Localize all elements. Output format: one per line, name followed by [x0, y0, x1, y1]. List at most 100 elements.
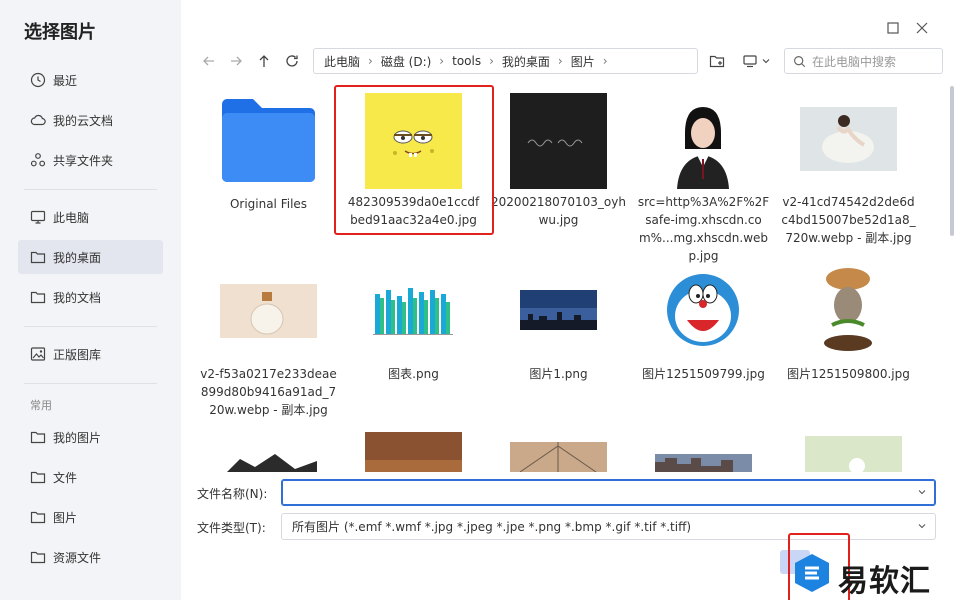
file-item-folder[interactable]: Original Files: [196, 82, 341, 247]
dancer-photo-thumbnail: [800, 107, 897, 171]
search-placeholder: 在此电脑中搜索: [812, 54, 897, 69]
forward-button[interactable]: [226, 51, 246, 71]
image-library-icon: [30, 347, 46, 361]
file-item[interactable]: v2-f53a0217e233deae899d80b9416a91ad_720w…: [196, 257, 341, 422]
sidebar-item-documents[interactable]: 我的文档: [18, 280, 163, 314]
clock-icon: [30, 72, 46, 88]
view-mode-button[interactable]: [742, 51, 771, 71]
close-icon[interactable]: [914, 20, 930, 36]
sidebar-item-pictures[interactable]: 图片: [18, 500, 163, 534]
search-icon: [794, 55, 806, 67]
refresh-button[interactable]: [282, 51, 302, 71]
sidebar-item-label: 最近: [53, 73, 78, 88]
breadcrumb-item[interactable]: 我的桌面: [502, 53, 550, 70]
image-thumbnail[interactable]: [510, 442, 607, 472]
file-grid: Original Files 482309539da0e1ccdfbed91aa…: [196, 82, 948, 472]
file-item[interactable]: 图表.png: [341, 257, 486, 422]
watermark-logo: [792, 552, 832, 594]
sidebar-divider: [24, 326, 157, 327]
share-icon: [30, 153, 46, 167]
folder-icon: [30, 431, 46, 444]
chevron-right-icon: ›: [557, 54, 563, 68]
doraemon-thumbnail: [667, 274, 739, 346]
filetype-label: 文件类型(T):: [197, 521, 266, 535]
breadcrumb-item[interactable]: tools: [452, 54, 481, 68]
sidebar: 选择图片 最近 我的云文档 共享文件夹 此电脑 我的桌面 我的文档 正版图库 常…: [0, 0, 181, 600]
new-folder-icon: [709, 55, 725, 68]
file-item[interactable]: 20200218070103_oyhwu.jpg: [486, 82, 631, 247]
sidebar-item-label: 资源文件: [53, 550, 102, 565]
sidebar-item-recent[interactable]: 最近: [18, 63, 163, 97]
sidebar-section-common: 常用: [30, 399, 52, 412]
scrollbar[interactable]: [950, 86, 954, 236]
maximize-icon[interactable]: [885, 20, 901, 36]
file-name: src=http%3A%2F%2Fsafe-img.xhscdn.com%...…: [637, 195, 770, 263]
sidebar-item-label: 图片: [53, 510, 78, 525]
sidebar-item-this-pc[interactable]: 此电脑: [18, 200, 163, 234]
folder-icon: [30, 471, 46, 484]
search-input[interactable]: 在此电脑中搜索: [784, 48, 943, 74]
perfume-bottle-thumbnail: [220, 284, 317, 338]
file-name: v2-f53a0217e233deae899d80b9416a91ad_720w…: [200, 367, 337, 417]
folder-icon: [30, 551, 46, 564]
breadcrumb-item[interactable]: 此电脑: [324, 53, 360, 70]
dark-calligraphy-thumbnail: [510, 93, 607, 189]
file-name: Original Files: [229, 197, 308, 211]
file-name: 20200218070103_oyhwu.jpg: [491, 195, 626, 227]
breadcrumb[interactable]: 此电脑 › 磁盘 (D:) › tools › 我的桌面 › 图片 ›: [313, 48, 698, 74]
burger-cat-thumbnail: [810, 265, 887, 357]
sidebar-item-label: 此电脑: [53, 210, 90, 225]
file-item[interactable]: 图片1251509799.jpg: [631, 257, 776, 422]
sidebar-item-label: 文件: [53, 470, 78, 485]
filetype-value: 所有图片 (*.emf *.wmf *.jpg *.jpeg *.jpe *.p…: [292, 520, 692, 534]
sidebar-item-label: 我的图片: [53, 430, 102, 445]
up-button[interactable]: [254, 51, 274, 71]
file-name: 图片1.png: [529, 367, 588, 381]
file-item[interactable]: 图片1251509800.jpg: [776, 257, 921, 422]
file-name: 图片1251509799.jpg: [642, 367, 765, 381]
sidebar-item-cloud-docs[interactable]: 我的云文档: [18, 103, 163, 137]
file-name: 图表.png: [388, 367, 439, 381]
file-name: v2-41cd74542d2de6dc4bd15007be52d1a8_720w…: [781, 195, 916, 245]
chevron-right-icon: ›: [602, 54, 608, 68]
breadcrumb-item[interactable]: 图片: [571, 53, 595, 70]
highlight-box: [334, 85, 494, 235]
folder-icon: [30, 291, 46, 304]
sidebar-item-label: 正版图库: [53, 347, 102, 362]
sidebar-item-label: 共享文件夹: [53, 153, 114, 168]
image-thumbnail[interactable]: [365, 432, 462, 472]
back-button[interactable]: [199, 51, 219, 71]
file-item[interactable]: v2-41cd74542d2de6dc4bd15007be52d1a8_720w…: [776, 82, 921, 247]
file-name: 图片1251509800.jpg: [787, 367, 910, 381]
view-mode-icon: [743, 55, 757, 68]
file-item[interactable]: 图片1.png: [486, 257, 631, 422]
filename-input[interactable]: [281, 479, 936, 506]
sidebar-item-resources[interactable]: 资源文件: [18, 540, 163, 574]
sidebar-item-shared-folder[interactable]: 共享文件夹: [18, 143, 163, 177]
arrow-right-icon: [231, 56, 242, 66]
folder-icon: [222, 99, 315, 182]
folder-icon: [30, 251, 46, 264]
image-thumbnail[interactable]: [805, 436, 902, 472]
dialog-title: 选择图片: [24, 22, 96, 43]
chevron-down-icon[interactable]: [917, 487, 927, 497]
sidebar-item-desktop[interactable]: 我的桌面: [18, 240, 163, 274]
city-night-thumbnail: [520, 290, 597, 330]
image-thumbnail[interactable]: [655, 454, 752, 472]
new-folder-button[interactable]: [709, 51, 725, 71]
watermark-text: 易软汇: [838, 564, 931, 599]
monitor-icon: [30, 210, 46, 224]
sidebar-item-label: 我的云文档: [53, 113, 114, 128]
file-open-dialog: 选择图片 最近 我的云文档 共享文件夹 此电脑 我的桌面 我的文档 正版图库 常…: [0, 0, 960, 600]
chevron-right-icon: ›: [439, 54, 445, 68]
sidebar-item-image-library[interactable]: 正版图库: [18, 337, 163, 371]
arrow-up-icon: [259, 55, 269, 67]
breadcrumb-item[interactable]: 磁盘 (D:): [381, 53, 431, 70]
chevron-right-icon: ›: [368, 54, 373, 68]
sidebar-item-my-pictures[interactable]: 我的图片: [18, 420, 163, 454]
refresh-icon: [286, 55, 298, 67]
file-item[interactable]: src=http%3A%2F%2Fsafe-img.xhscdn.com%...…: [631, 82, 776, 263]
sidebar-item-files[interactable]: 文件: [18, 460, 163, 494]
image-thumbnail[interactable]: [220, 449, 317, 472]
chevron-down-icon: [918, 524, 926, 529]
